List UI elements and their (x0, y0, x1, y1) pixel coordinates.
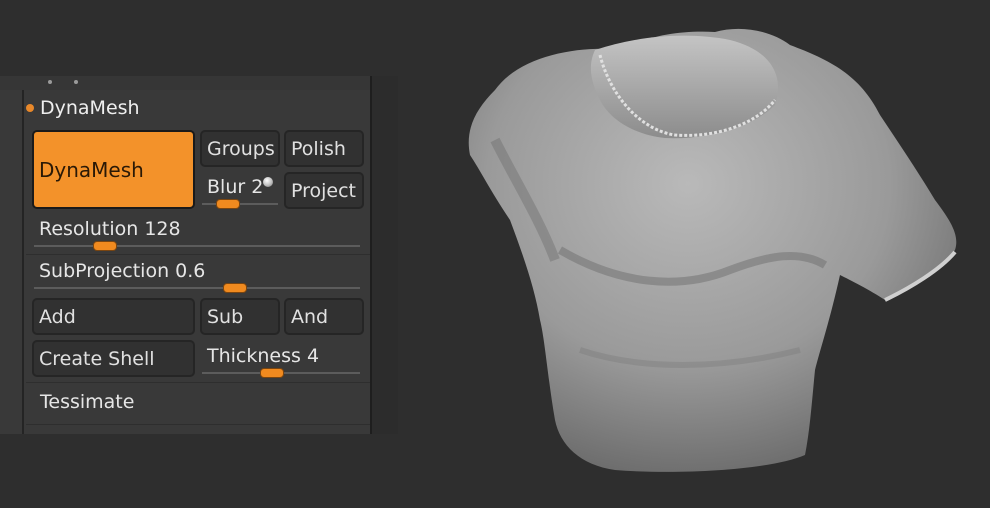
blur-slider-label: Blur 2 (207, 176, 264, 198)
subprojection-slider-label: SubProjection 0.6 (39, 260, 206, 282)
palette-indent-line (22, 90, 24, 434)
collapsed-indicator-dot (74, 80, 78, 84)
row-divider (26, 382, 370, 383)
tessimate-subpalette[interactable]: Tessimate (40, 391, 134, 413)
palette-top-strip (0, 76, 370, 90)
resolution-slider-label: Resolution 128 (39, 218, 181, 240)
and-button[interactable]: And (284, 298, 364, 335)
blur-slider-knob[interactable] (215, 199, 240, 209)
subprojection-slider-track[interactable] (34, 287, 360, 289)
row-divider (26, 424, 370, 425)
polish-button[interactable]: Polish (284, 130, 364, 167)
torso-mesh-viewport[interactable] (440, 20, 970, 490)
create-shell-button[interactable]: Create Shell (32, 340, 195, 377)
resolution-slider-knob[interactable] (92, 241, 117, 251)
dynamesh-button[interactable]: DynaMesh (32, 130, 195, 209)
row-divider (26, 254, 370, 255)
dynamesh-section-header[interactable]: DynaMesh (26, 96, 140, 120)
sub-button[interactable]: Sub (200, 298, 280, 335)
groups-button[interactable]: Groups (200, 130, 280, 167)
blur-slider-track[interactable] (202, 203, 278, 205)
collapsed-indicator-dot (48, 80, 52, 84)
section-title: DynaMesh (40, 97, 140, 119)
thickness-slider-label: Thickness 4 (207, 345, 320, 367)
thickness-slider-knob[interactable] (260, 368, 285, 378)
section-bullet-icon (26, 104, 34, 112)
sphere-icon (263, 177, 273, 187)
subprojection-slider-knob[interactable] (223, 283, 248, 293)
palette-scrollbar[interactable] (372, 76, 398, 434)
resolution-slider-track[interactable] (34, 245, 360, 247)
add-button[interactable]: Add (32, 298, 195, 335)
project-button[interactable]: Project (284, 172, 364, 209)
